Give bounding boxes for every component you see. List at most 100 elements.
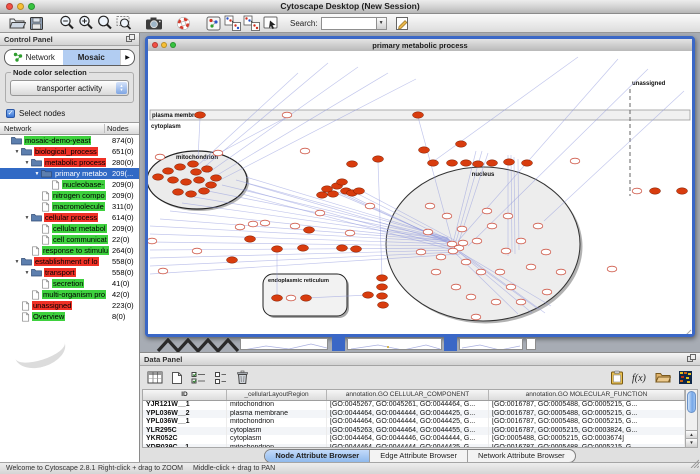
graph-node[interactable] <box>458 240 468 246</box>
help-lifesaver-button[interactable] <box>174 14 193 32</box>
graph-node[interactable] <box>347 161 358 167</box>
graph-node[interactable] <box>202 166 213 172</box>
tree-row[interactable]: nitrogen compo209(0) <box>0 190 139 201</box>
graph-node[interactable] <box>304 227 315 233</box>
graph-node[interactable] <box>451 284 461 290</box>
graph-node[interactable] <box>337 179 348 185</box>
graph-node[interactable] <box>436 254 446 260</box>
tree-row[interactable]: ▼cellular process614(0) <box>0 212 139 223</box>
float-panel-icon[interactable] <box>126 34 135 44</box>
graph-node[interactable] <box>168 177 179 183</box>
zoom-fit-button[interactable] <box>95 14 114 32</box>
graph-node[interactable] <box>428 160 439 166</box>
background-window[interactable] <box>240 338 328 350</box>
graph-node[interactable] <box>206 182 217 188</box>
background-window-corner[interactable] <box>332 337 345 351</box>
tree-row[interactable]: cellular metabol209(0) <box>0 223 139 234</box>
tab-edge-attribute-browser[interactable]: Edge Attribute Browser <box>370 450 468 462</box>
graph-node[interactable] <box>491 299 501 305</box>
graph-node[interactable] <box>506 284 516 290</box>
graph-node[interactable] <box>235 224 245 230</box>
tree-row[interactable]: ▼biological_process651(0) <box>0 146 139 157</box>
graph-node[interactable] <box>301 295 312 301</box>
column-nodes[interactable]: Nodes <box>105 124 139 133</box>
table-row[interactable]: YLR295Ccytoplasm[GO:0045263, GO:0044464,… <box>143 427 685 436</box>
graph-node[interactable] <box>345 230 355 236</box>
tree-row[interactable]: mosaic-demo-yeast874(0) <box>0 135 139 146</box>
graph-node[interactable] <box>272 246 283 252</box>
graph-node[interactable] <box>425 203 435 209</box>
background-window[interactable] <box>459 338 523 350</box>
graph-node[interactable] <box>378 302 389 308</box>
graph-node[interactable] <box>542 289 552 295</box>
table-row[interactable]: YKR052Ccytoplasm[GO:0044464, GO:0044446,… <box>143 435 685 444</box>
graph-node[interactable] <box>155 154 165 160</box>
graph-node[interactable] <box>199 188 210 194</box>
search-input[interactable] <box>321 17 376 30</box>
graph-node[interactable] <box>448 248 458 254</box>
tab-scroll-right-button[interactable]: ▶ <box>120 50 134 65</box>
formula-builder-button[interactable]: f(x) <box>630 369 649 387</box>
graph-node[interactable] <box>286 295 296 301</box>
graph-node[interactable] <box>211 175 222 181</box>
tree-expand-arrow[interactable]: ▼ <box>23 270 31 276</box>
graph-node[interactable] <box>272 295 283 301</box>
graph-node[interactable] <box>227 257 238 263</box>
graph-node[interactable] <box>300 148 310 154</box>
graph-node[interactable] <box>457 226 467 232</box>
graph-node[interactable] <box>328 191 339 197</box>
zoom-in-button[interactable] <box>76 14 95 32</box>
delete-attributes-button[interactable] <box>189 369 208 387</box>
graph-node[interactable] <box>153 174 164 180</box>
graph-node[interactable] <box>377 284 388 290</box>
graph-node[interactable] <box>516 299 526 305</box>
tree-row[interactable]: secretion41(0) <box>0 278 139 289</box>
graph-node[interactable] <box>298 245 309 251</box>
graph-node[interactable] <box>413 112 424 118</box>
network-view-frame[interactable]: primary metabolic process plasma membran… <box>145 36 695 337</box>
graph-node[interactable] <box>522 160 533 166</box>
graph-node[interactable] <box>148 238 157 244</box>
table-row[interactable]: YPL036W__1mitochondrion[GO:0044464, GO:0… <box>143 418 685 427</box>
graph-node[interactable] <box>476 269 486 275</box>
zoom-selected-region-button[interactable] <box>114 14 133 32</box>
graph-node[interactable] <box>248 221 258 227</box>
graph-node[interactable] <box>516 238 526 244</box>
vizmapper-button[interactable] <box>204 14 223 32</box>
graph-node[interactable] <box>461 160 472 166</box>
tab-mosaic[interactable]: Mosaic <box>63 50 121 65</box>
tree-row[interactable]: unassigned223(0) <box>0 300 139 311</box>
open-session-button[interactable] <box>8 14 27 32</box>
select-attributes-button[interactable] <box>145 369 164 387</box>
search-settings-button[interactable] <box>393 14 412 32</box>
graph-node[interactable] <box>245 236 256 242</box>
window-titlebar[interactable]: Cytoscape Desktop (New Session) <box>0 0 700 14</box>
tree-row[interactable]: ▼establishment of lo558(0) <box>0 256 139 267</box>
tab-network[interactable]: Network <box>5 50 63 65</box>
graph-node[interactable] <box>495 269 505 275</box>
select-mode-button[interactable] <box>261 14 280 32</box>
graph-node[interactable] <box>337 245 348 251</box>
table-row[interactable]: YJR121W__1mitochondrion[GO:0045267, GO:0… <box>143 401 685 410</box>
table-scrollbar[interactable]: ▲ ▼ <box>685 390 697 447</box>
select-nodes-checkbox[interactable]: ✓ <box>6 109 15 118</box>
graph-node[interactable] <box>632 188 642 194</box>
graph-node[interactable] <box>173 189 184 195</box>
graph-node[interactable] <box>260 220 270 226</box>
clear-attributes-button[interactable] <box>233 369 252 387</box>
tree-expand-arrow[interactable]: ▼ <box>13 259 21 265</box>
graph-node[interactable] <box>188 161 199 167</box>
table-column-header[interactable]: annotation.GO MOLECULAR_FUNCTION <box>489 390 685 400</box>
graph-node[interactable] <box>447 160 458 166</box>
column-network[interactable]: Network <box>0 124 105 133</box>
heatmap-view-button[interactable] <box>676 369 695 387</box>
graph-node[interactable] <box>487 160 498 166</box>
graph-node[interactable] <box>677 188 688 194</box>
graph-node[interactable] <box>541 249 551 255</box>
graph-node[interactable] <box>317 192 328 198</box>
graph-node[interactable] <box>482 208 492 214</box>
graph-node[interactable] <box>195 112 206 118</box>
frame-close-button[interactable] <box>152 42 158 48</box>
float-panel-icon[interactable] <box>687 354 696 364</box>
tree-row[interactable]: nucleobase-209(0) <box>0 179 139 190</box>
